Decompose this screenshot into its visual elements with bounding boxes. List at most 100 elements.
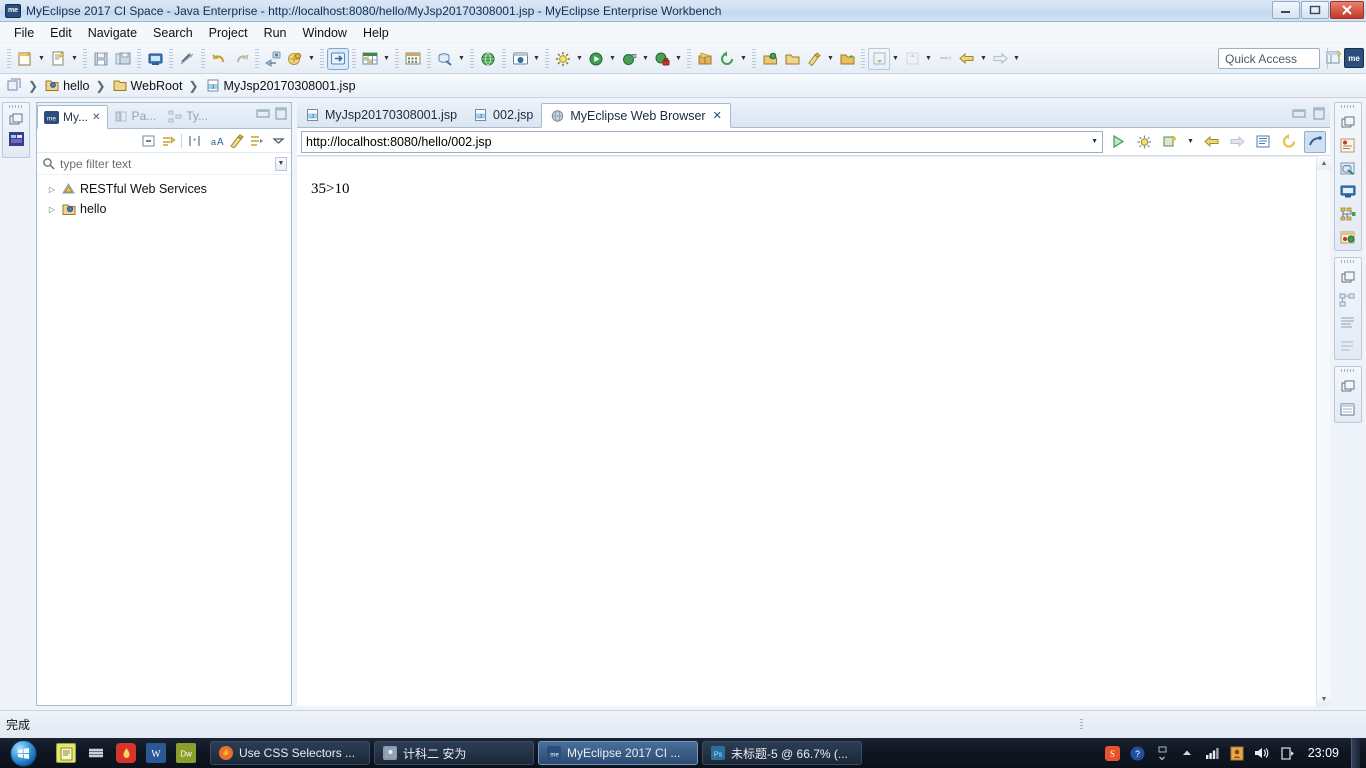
deploy-icon[interactable] bbox=[262, 48, 284, 70]
stop-icon[interactable] bbox=[1252, 131, 1274, 153]
minimize-editor-icon[interactable] bbox=[1292, 107, 1306, 120]
status-resize-grip[interactable] bbox=[1080, 719, 1083, 731]
tab-002-jsp[interactable]: J 002.jsp bbox=[465, 102, 541, 127]
run-icon[interactable] bbox=[585, 48, 607, 70]
tab-myeclipse-explorer[interactable]: me My... ✕ bbox=[37, 105, 108, 129]
new-wizard-icon[interactable] bbox=[14, 48, 36, 70]
page-vertical-scrollbar[interactable]: ▲ ▼ bbox=[1316, 156, 1331, 706]
debug-page-icon[interactable] bbox=[1133, 131, 1155, 153]
tab-myeclipse-web-browser[interactable]: MyEclipse Web Browser ✕ bbox=[541, 103, 731, 128]
taskbar-item-photoshop[interactable]: Ps 未标题-5 @ 66.7% (... bbox=[702, 741, 862, 765]
servers-dropdown-icon[interactable]: ▼ bbox=[306, 48, 317, 70]
perspective-myeclipse-icon[interactable]: me bbox=[1344, 48, 1364, 68]
chevron-down-icon[interactable]: ▼ bbox=[1091, 138, 1098, 145]
console-view-icon[interactable] bbox=[1337, 181, 1359, 201]
refresh-icon[interactable] bbox=[1278, 131, 1300, 153]
taskbar-item-myeclipse[interactable]: me MyEclipse 2017 CI ... bbox=[538, 741, 698, 765]
menu-search[interactable]: Search bbox=[145, 24, 201, 42]
close-icon[interactable]: ✕ bbox=[92, 112, 100, 123]
refresh-dropdown-icon[interactable]: ▼ bbox=[738, 48, 749, 70]
debug-icon[interactable] bbox=[618, 48, 640, 70]
previous-annotation-icon[interactable] bbox=[901, 48, 923, 70]
taskbar-item-firefox[interactable]: Use CSS Selectors ... bbox=[210, 741, 370, 765]
minimize-button[interactable] bbox=[1272, 1, 1300, 19]
fast-view-grip[interactable] bbox=[1341, 369, 1355, 372]
menu-edit[interactable]: Edit bbox=[42, 24, 80, 42]
notepad-icon[interactable] bbox=[56, 743, 76, 763]
network-icon[interactable] bbox=[1204, 745, 1221, 762]
globe-icon[interactable] bbox=[477, 48, 499, 70]
menu-file[interactable]: File bbox=[6, 24, 42, 42]
tree-item-restful-web-services[interactable]: ▷ RESTful Web Services bbox=[37, 179, 291, 199]
workspace-icon[interactable] bbox=[6, 78, 22, 93]
toolbar-grip-2[interactable] bbox=[83, 48, 87, 69]
maximize-view-icon[interactable] bbox=[274, 107, 288, 120]
minimize-view-icon[interactable] bbox=[256, 107, 270, 120]
toolbar-grip-7[interactable] bbox=[320, 48, 324, 69]
toolbar-grip-10[interactable] bbox=[427, 48, 431, 69]
external-tools-dropdown-icon[interactable]: ▼ bbox=[574, 48, 585, 70]
filter-dropdown-icon[interactable]: ▼ bbox=[275, 156, 287, 171]
tray-expand-icon[interactable] bbox=[1179, 745, 1196, 762]
save-icon[interactable] bbox=[90, 48, 112, 70]
forward-history-icon[interactable] bbox=[989, 48, 1011, 70]
menu-window[interactable]: Window bbox=[295, 24, 355, 42]
link-ui-icon[interactable] bbox=[1304, 130, 1326, 153]
taskbar-item-explorer[interactable]: 计科二 安为 bbox=[374, 741, 534, 765]
toolbar-grip-8[interactable] bbox=[352, 48, 356, 69]
close-icon[interactable]: ✕ bbox=[713, 109, 722, 122]
new-java-file-icon[interactable] bbox=[47, 48, 69, 70]
run-dropdown-icon[interactable]: ▼ bbox=[607, 48, 618, 70]
properties-view-icon[interactable] bbox=[1337, 313, 1359, 333]
servers-view-icon[interactable] bbox=[1337, 204, 1359, 224]
action-center-icon[interactable] bbox=[1279, 745, 1296, 762]
next-annotation-icon[interactable] bbox=[868, 47, 890, 70]
menu-run[interactable]: Run bbox=[256, 24, 295, 42]
fast-view-grip[interactable] bbox=[9, 105, 23, 108]
run-as-web-icon[interactable] bbox=[327, 47, 349, 70]
close-button[interactable] bbox=[1330, 1, 1364, 19]
table-dropdown-icon[interactable]: ▼ bbox=[381, 48, 392, 70]
maximize-editor-icon[interactable] bbox=[1312, 107, 1326, 120]
scroll-up-icon[interactable]: ▲ bbox=[1317, 156, 1331, 170]
show-hidden-icons-icon[interactable] bbox=[1154, 745, 1171, 762]
debug-dropdown-icon[interactable]: ▼ bbox=[640, 48, 651, 70]
expand-twisty-icon[interactable]: ▷ bbox=[47, 205, 57, 214]
go-icon[interactable] bbox=[1107, 131, 1129, 153]
table-icon[interactable] bbox=[359, 48, 381, 70]
view-menu-icon[interactable] bbox=[269, 132, 287, 150]
restore-view-icon[interactable] bbox=[1337, 267, 1359, 287]
back-history-dropdown-icon[interactable]: ▼ bbox=[978, 48, 989, 70]
volume-icon[interactable] bbox=[1254, 745, 1271, 762]
new-package-icon[interactable] bbox=[694, 48, 716, 70]
toolbar-grip-9[interactable] bbox=[395, 48, 399, 69]
grid-icon[interactable] bbox=[402, 48, 424, 70]
toolbar-grip-11[interactable] bbox=[470, 48, 474, 69]
breadcrumb-item-hello[interactable]: hello bbox=[63, 79, 89, 93]
filters-icon[interactable]: * bbox=[185, 132, 203, 150]
new-java-file-dropdown-icon[interactable]: ▼ bbox=[69, 48, 80, 70]
web-browser-dropdown-icon[interactable]: ▼ bbox=[531, 48, 542, 70]
toolbar-grip-3[interactable] bbox=[137, 48, 141, 69]
dreamweaver-icon[interactable]: Dw bbox=[176, 743, 196, 763]
hierarchy-view-icon[interactable] bbox=[1337, 290, 1359, 310]
open-type-icon[interactable] bbox=[759, 48, 781, 70]
refresh-icon[interactable] bbox=[716, 48, 738, 70]
toggle-breakpoint-icon[interactable] bbox=[176, 48, 198, 70]
breadcrumb-item-file[interactable]: MyJsp20170308001.jsp bbox=[224, 79, 356, 93]
print-icon[interactable] bbox=[144, 48, 166, 70]
back-icon[interactable] bbox=[1200, 131, 1222, 153]
toolbar-grip-6[interactable] bbox=[255, 48, 259, 69]
restore-view-icon[interactable] bbox=[1337, 112, 1359, 132]
forward-history-dropdown-icon[interactable]: ▼ bbox=[1011, 48, 1022, 70]
link-with-editor-icon[interactable] bbox=[160, 132, 178, 150]
filter-input[interactable]: type filter text bbox=[60, 157, 131, 171]
help-icon[interactable]: ? bbox=[1129, 745, 1146, 762]
myeclipse-db-icon[interactable] bbox=[1337, 158, 1359, 178]
snippets-view-icon[interactable] bbox=[1337, 227, 1359, 247]
start-button[interactable] bbox=[0, 738, 46, 768]
restore-view-icon[interactable] bbox=[6, 110, 26, 128]
security-icon[interactable] bbox=[1229, 745, 1246, 762]
profile-icon[interactable] bbox=[651, 48, 673, 70]
next-annotation-dropdown-icon[interactable]: ▼ bbox=[890, 48, 901, 70]
